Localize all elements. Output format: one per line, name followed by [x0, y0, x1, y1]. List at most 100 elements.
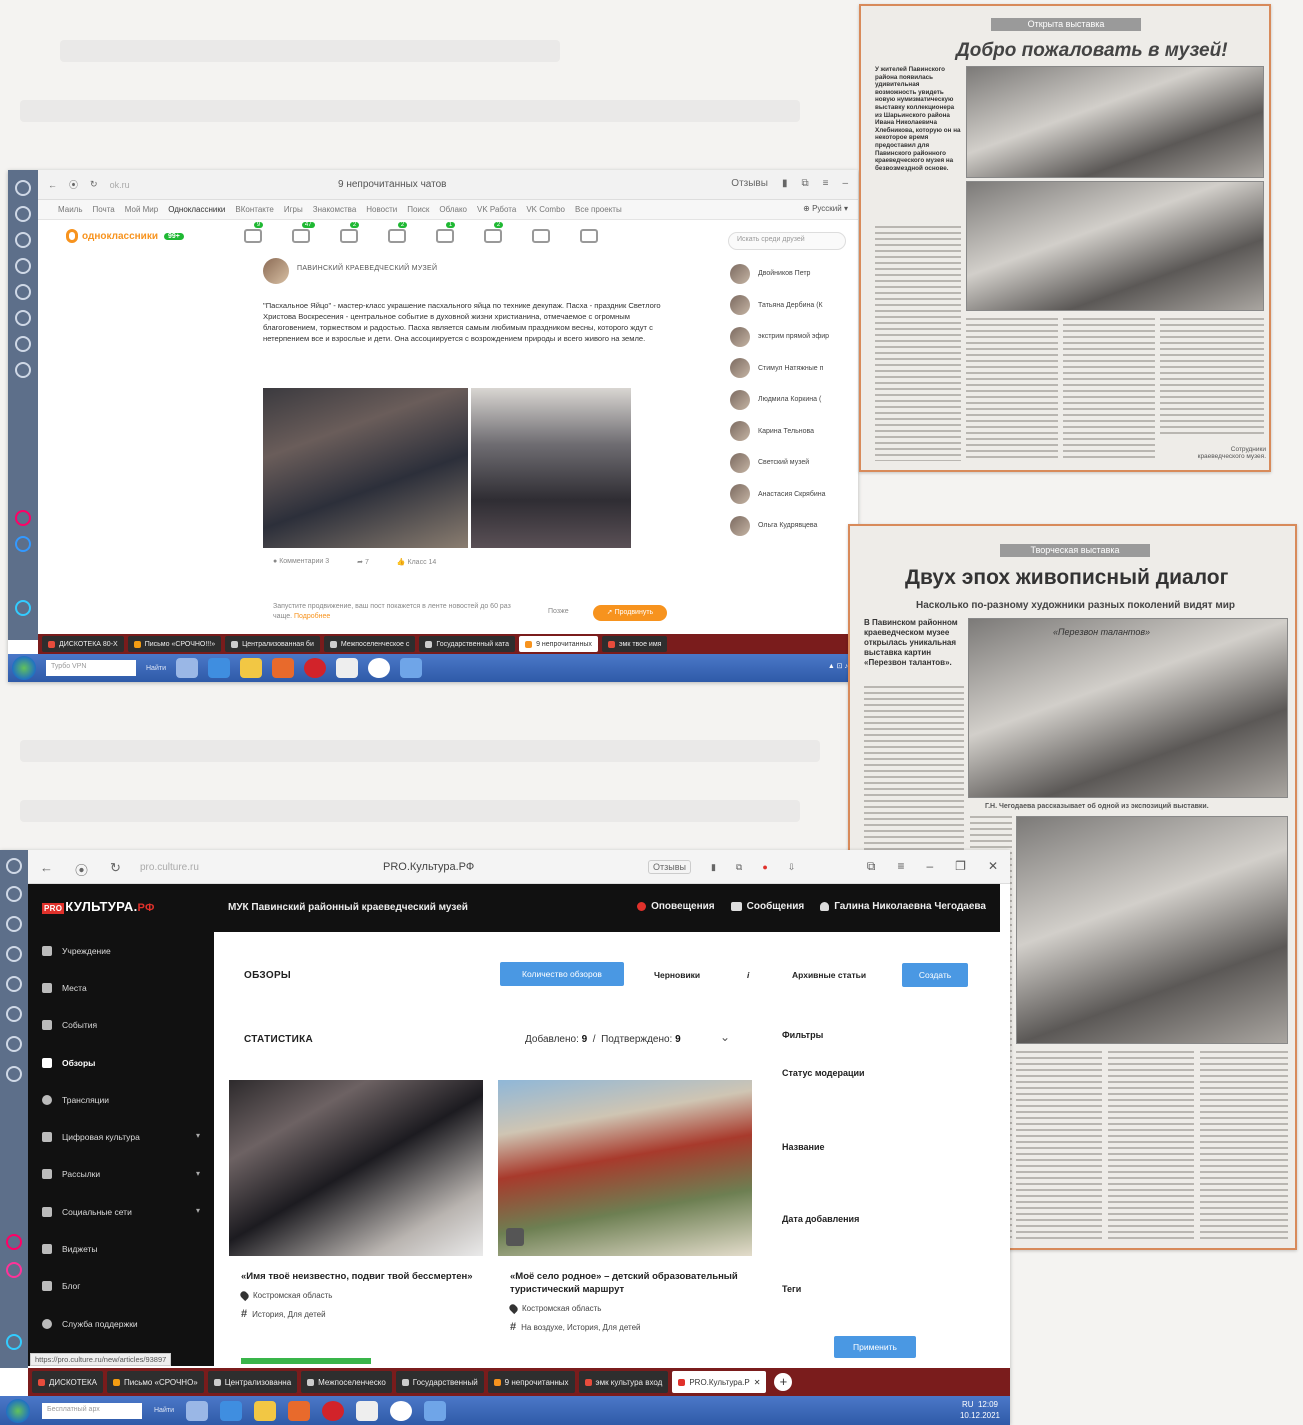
bookmark-item[interactable]: Одноклассники	[168, 205, 225, 214]
ie-icon[interactable]	[207, 658, 230, 678]
app-icon[interactable]	[399, 658, 422, 678]
post-photo[interactable]	[471, 388, 631, 548]
app-icon[interactable]	[6, 1334, 22, 1350]
info-icon[interactable]: i	[747, 970, 749, 980]
friend-item[interactable]: экстрим прямой эфир	[730, 321, 855, 353]
sidebar-item-widgets[interactable]: Виджеты	[28, 1230, 214, 1267]
system-clock[interactable]: RU 12:09 10.12.2021	[960, 1399, 1000, 1421]
bookmark-icon[interactable]: ▮	[782, 178, 788, 189]
browser-tab-active[interactable]: 9 непрочитанных	[519, 636, 598, 652]
taskbar-find-button[interactable]: Найти	[154, 1407, 174, 1414]
sidebar-item-broadcasts[interactable]: Трансляции	[28, 1081, 214, 1118]
bookmark-item[interactable]: VK Combo	[526, 205, 565, 214]
friend-item[interactable]: Людмила Коркина (	[730, 384, 855, 416]
browser-tab-active[interactable]: PRO.Культура.Р ✕	[672, 1371, 767, 1393]
filter-tags[interactable]: Теги	[782, 1284, 801, 1294]
start-button[interactable]	[12, 656, 36, 680]
card-title[interactable]: «Моё село родное» – детский образователь…	[498, 1270, 752, 1296]
browser-tab[interactable]: Межпоселенческо	[301, 1371, 392, 1393]
browser-tab[interactable]: эмк культура вход	[578, 1371, 669, 1393]
sidebar-item-support[interactable]: Служба поддержки	[28, 1305, 214, 1342]
browser-tab[interactable]: Межпоселенческое с	[323, 636, 416, 652]
bookmark-item[interactable]: Облако	[439, 205, 467, 214]
ie-icon[interactable]	[219, 1400, 242, 1421]
download-icon[interactable]	[6, 1006, 22, 1022]
bookmark-item[interactable]: Поиск	[407, 205, 429, 214]
bookmark-item[interactable]: VK Работа	[477, 205, 516, 214]
grid-icon[interactable]	[6, 1066, 22, 1082]
gear-icon[interactable]	[6, 976, 22, 992]
card-image[interactable]	[229, 1080, 483, 1256]
friend-item[interactable]: Светский музей	[730, 447, 855, 479]
messages-icon[interactable]: 9	[243, 222, 264, 243]
reviews-button[interactable]: Отзывы	[731, 178, 768, 189]
address-bar[interactable]: pro.culture.ru	[140, 862, 199, 873]
bookmark-item[interactable]: Знакомства	[313, 205, 357, 214]
notifications-icon[interactable]: 2	[339, 222, 360, 243]
taskbar-search-input[interactable]: Турбо VPN	[46, 660, 136, 676]
post-author[interactable]: ПАВИНСКИЙ КРАЕВЕДЧЕСКИЙ МУЗЕЙ	[297, 265, 437, 272]
folder-icon[interactable]	[239, 658, 262, 678]
create-button[interactable]: Создать	[902, 963, 968, 987]
friend-item[interactable]: Двойников Петр	[730, 258, 855, 290]
sidebar-item-mailings[interactable]: Рассылки ▾	[28, 1156, 214, 1193]
clock-icon[interactable]	[6, 886, 22, 902]
sidebar-item-places[interactable]: Места	[28, 969, 214, 1006]
ok-logo[interactable]: одноклассники 99+	[66, 229, 184, 243]
pro-culture-logo[interactable]: PRO КУЛЬТУРА.РФ	[42, 899, 155, 914]
filter-moderation-status[interactable]: Статус модерации	[782, 1068, 865, 1078]
messages-button[interactable]: Сообщения	[730, 901, 804, 912]
notepad-icon[interactable]	[335, 658, 358, 678]
taskbar-find-button[interactable]: Найти	[146, 665, 166, 672]
bookmark-icon[interactable]: ▮	[711, 862, 716, 873]
play-icon[interactable]	[6, 1036, 22, 1052]
star-icon[interactable]	[6, 946, 22, 962]
friend-item[interactable]: Ольга Кудрявцева	[730, 510, 855, 542]
app-icon[interactable]	[175, 658, 198, 678]
home-icon[interactable]: ⦿	[75, 860, 88, 879]
restore-icon[interactable]: ❐	[955, 859, 966, 874]
browser-tab[interactable]: Государственный	[395, 1371, 484, 1393]
discussions-icon[interactable]: 47	[291, 222, 315, 243]
download-icon[interactable]	[15, 310, 31, 326]
yandex-icon[interactable]	[367, 658, 390, 678]
filter-name[interactable]: Название	[782, 1142, 824, 1152]
app-icon[interactable]	[15, 536, 31, 552]
bookmark-item[interactable]: Игры	[284, 205, 303, 214]
app-icon[interactable]	[185, 1400, 208, 1421]
friends-search-input[interactable]: Искать среди друзей	[728, 232, 846, 250]
filter-date-added[interactable]: Дата добавления	[782, 1214, 859, 1224]
app-icon[interactable]	[15, 510, 31, 526]
download-icon[interactable]: ⇩	[788, 862, 796, 873]
sidebar-item-blog[interactable]: Блог	[28, 1268, 214, 1305]
reload-icon[interactable]: ↻	[110, 860, 121, 879]
opera-icon[interactable]	[303, 658, 326, 678]
sidebar-item-digital-culture[interactable]: Цифровая культура ▾	[28, 1118, 214, 1155]
app-icon[interactable]	[6, 1234, 22, 1250]
friend-item[interactable]: Карина Тельнова	[730, 416, 855, 448]
star-icon[interactable]	[15, 258, 31, 274]
review-card[interactable]: «Имя твоё неизвестно, подвиг твой бессме…	[229, 1080, 483, 1364]
browser-tab[interactable]: ДИСКОТЕКА 80-Х	[42, 636, 124, 652]
friend-item[interactable]: Стимул Натяжные п	[730, 353, 855, 385]
language-select[interactable]: ⊕ Русский ▾	[803, 204, 848, 213]
system-tray[interactable]: ▲ ⊡ ♪	[828, 662, 848, 670]
taskbar-search-input[interactable]: Бесплатный арх	[42, 1402, 142, 1419]
sidebar-item-reviews[interactable]: Обзоры	[28, 1044, 214, 1081]
apply-filters-button[interactable]: Применить	[834, 1336, 916, 1358]
home-icon[interactable]: ⦿	[69, 178, 78, 191]
close-icon[interactable]: ✕	[754, 1378, 761, 1387]
browser-tab[interactable]: Письмо «СРОЧНО!!!»	[127, 636, 222, 652]
promote-button[interactable]: ➚ Продвинуть	[593, 605, 667, 621]
app-icon[interactable]	[423, 1400, 446, 1421]
avatar-icon[interactable]	[6, 858, 22, 874]
back-icon[interactable]: ←	[40, 860, 53, 879]
promo-more-link[interactable]: Подробнее	[294, 613, 330, 620]
tabs-icon[interactable]: ⧉	[867, 859, 876, 874]
tab-archive[interactable]: Архивные статьи	[792, 970, 866, 980]
avatar-icon[interactable]	[15, 180, 31, 196]
bell-icon[interactable]	[15, 232, 31, 248]
browser-tab[interactable]: 9 непрочитанных	[487, 1371, 575, 1393]
clock-icon[interactable]	[15, 206, 31, 222]
card-image[interactable]	[498, 1080, 752, 1256]
